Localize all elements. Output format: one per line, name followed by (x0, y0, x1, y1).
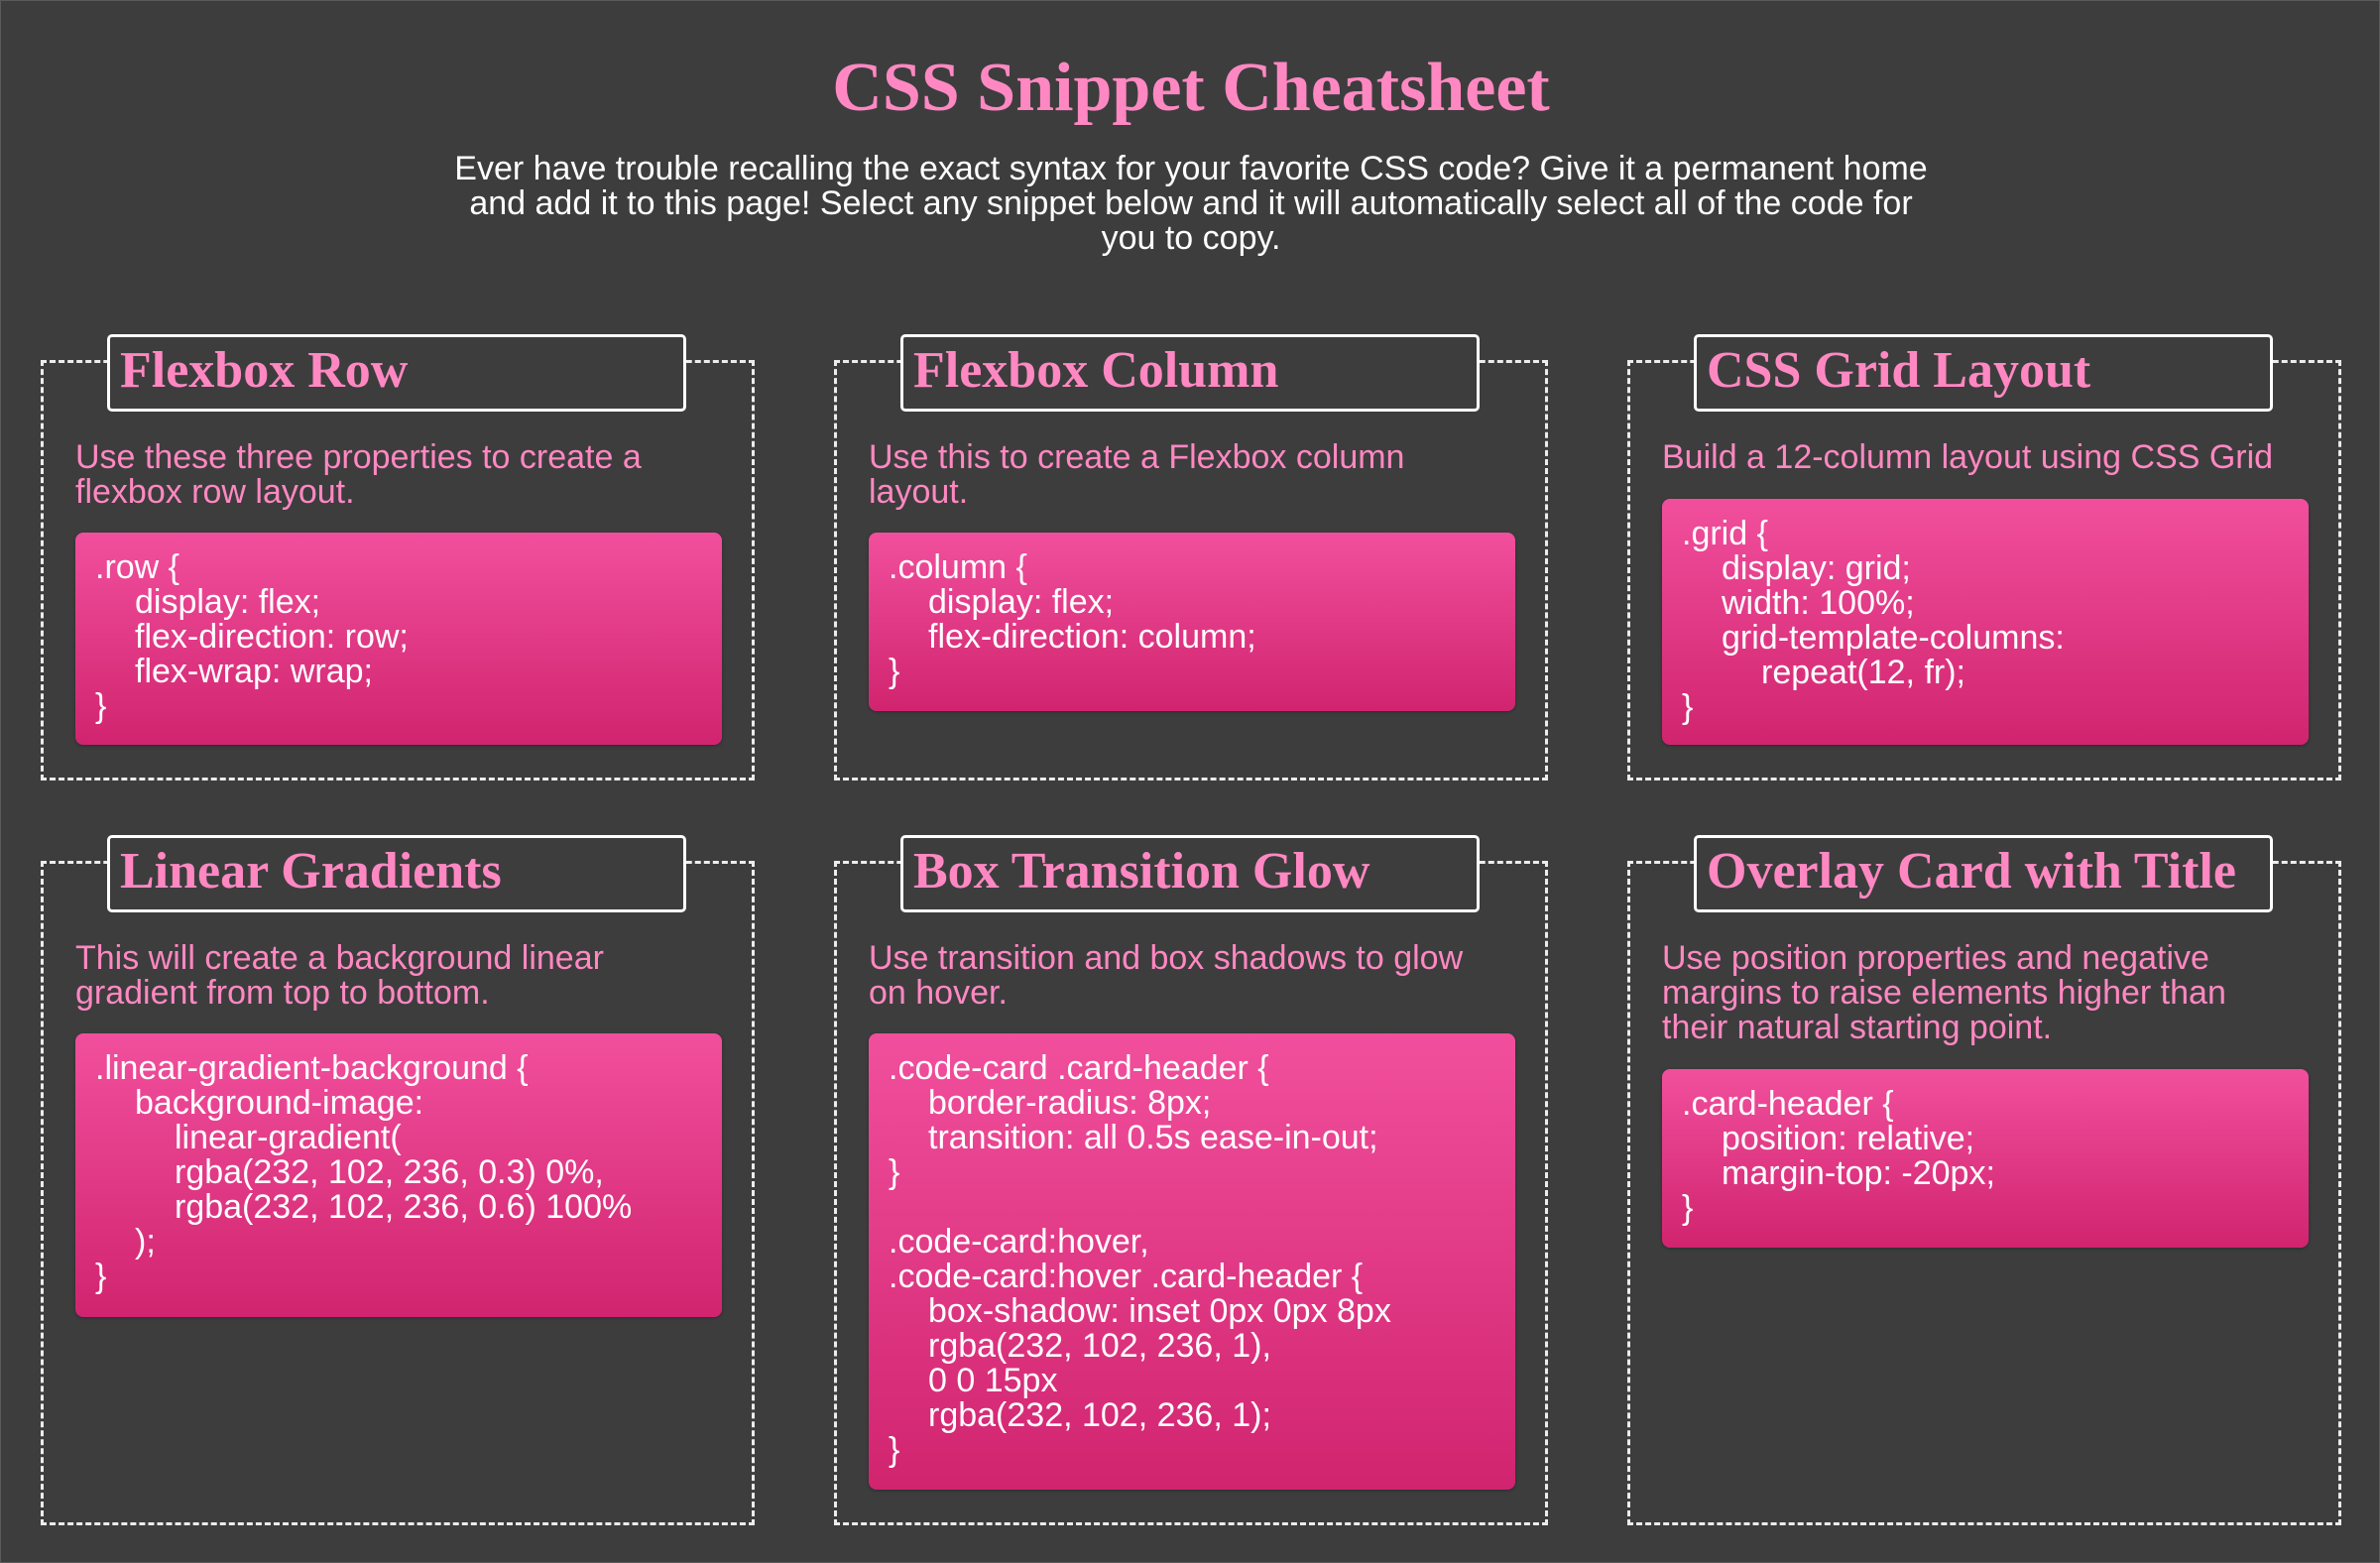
code-line: } (889, 1431, 900, 1469)
intro-text: Ever have trouble recalling the exact sy… (454, 150, 1928, 257)
code-line: transition: all 0.5s ease-in-out; (928, 1119, 1378, 1156)
card-title: Linear Gradients (120, 843, 502, 900)
card-header: Flexbox Row (107, 334, 686, 412)
code-line: border-radius: 8px; (928, 1084, 1212, 1122)
code-line: .row { (95, 548, 180, 586)
code-line: rgba(232, 102, 236, 1), (928, 1327, 1271, 1365)
snippet-card-flexbox-row: Flexbox Row Use these three properties t… (41, 334, 755, 781)
card-description: Use this to create a Flexbox column layo… (869, 438, 1405, 511)
code-line: .linear-gradient-background { (95, 1049, 529, 1087)
code-line: 0 0 15px (928, 1362, 1058, 1399)
card-title: Overlay Card with Title (1707, 843, 2236, 900)
code-line: } (95, 687, 107, 725)
code-line: flex-wrap: wrap; (135, 653, 373, 690)
card-description: This will create a background linear gra… (75, 939, 604, 1012)
card-header: CSS Grid Layout (1694, 334, 2273, 412)
code-line: width: 100%; (1722, 584, 1915, 622)
code-snippet[interactable]: .grid { display: grid; width: 100%; grid… (1662, 499, 2309, 745)
code-line: } (889, 653, 900, 690)
code-line: flex-direction: row; (135, 618, 409, 656)
code-snippet[interactable]: .card-header { position: relative; margi… (1662, 1069, 2309, 1248)
code-snippet[interactable]: .linear-gradient-background { background… (75, 1033, 722, 1317)
code-line: margin-top: -20px; (1722, 1154, 1995, 1192)
card-title: CSS Grid Layout (1707, 342, 2091, 399)
code-line: .column { (889, 548, 1027, 586)
code-line: } (1682, 1189, 1694, 1227)
card-description: Use transition and box shadows to glow o… (869, 939, 1464, 1012)
card-title: Box Transition Glow (913, 843, 1370, 900)
code-line: display: flex; (928, 583, 1115, 621)
code-snippet[interactable]: .row { display: flex; flex-direction: ro… (75, 533, 722, 745)
code-line: } (1682, 688, 1694, 726)
code-line: rgba(232, 102, 236, 0.3) 0%, (175, 1153, 604, 1191)
snippet-card-css-grid-layout: CSS Grid Layout Build a 12-column layout… (1627, 334, 2341, 781)
snippet-card-box-transition-glow: Box Transition Glow Use transition and b… (834, 835, 1548, 1525)
code-line: rgba(232, 102, 236, 1); (928, 1396, 1271, 1434)
code-line: background-image: (135, 1084, 424, 1122)
card-header: Flexbox Column (900, 334, 1480, 412)
code-line: .grid { (1682, 515, 1768, 552)
card-description: Build a 12-column layout using CSS Grid (1662, 438, 2274, 476)
code-line: .code-card:hover .card-header { (889, 1258, 1364, 1295)
code-line: } (889, 1153, 900, 1191)
card-description: Use these three properties to create a f… (75, 438, 642, 511)
snippet-card-linear-gradients: Linear Gradients This will create a back… (41, 835, 755, 1525)
code-line: } (95, 1258, 107, 1295)
card-header: Overlay Card with Title (1694, 835, 2273, 912)
code-line: display: flex; (135, 583, 321, 621)
card-title: Flexbox Column (913, 342, 1279, 399)
code-snippet[interactable]: .column { display: flex; flex-direction:… (869, 533, 1515, 711)
code-snippet[interactable]: .code-card .card-header { border-radius:… (869, 1033, 1515, 1490)
code-line: .card-header { (1682, 1085, 1894, 1123)
code-line: grid-template-columns: (1722, 619, 2065, 657)
page-title: CSS Snippet Cheatsheet (832, 50, 1550, 126)
card-header: Box Transition Glow (900, 835, 1480, 912)
code-line: .code-card .card-header { (889, 1049, 1269, 1087)
code-line: box-shadow: inset 0px 0px 8px (928, 1292, 1391, 1330)
code-line: linear-gradient( (175, 1119, 402, 1156)
snippet-card-flexbox-column: Flexbox Column Use this to create a Flex… (834, 334, 1548, 781)
code-line: .code-card:hover, (889, 1223, 1149, 1261)
code-line: display: grid; (1722, 549, 1911, 587)
card-header: Linear Gradients (107, 835, 686, 912)
card-title: Flexbox Row (120, 342, 409, 399)
card-description: Use position properties and negative mar… (1662, 939, 2226, 1046)
code-line: flex-direction: column; (928, 618, 1256, 656)
snippet-card-overlay-card-with-title: Overlay Card with Title Use position pro… (1627, 835, 2341, 1525)
code-line: rgba(232, 102, 236, 0.6) 100% (175, 1188, 633, 1226)
code-line: repeat(12, fr); (1761, 654, 1965, 691)
code-line: ); (135, 1223, 156, 1261)
code-line: position: relative; (1722, 1120, 1975, 1157)
